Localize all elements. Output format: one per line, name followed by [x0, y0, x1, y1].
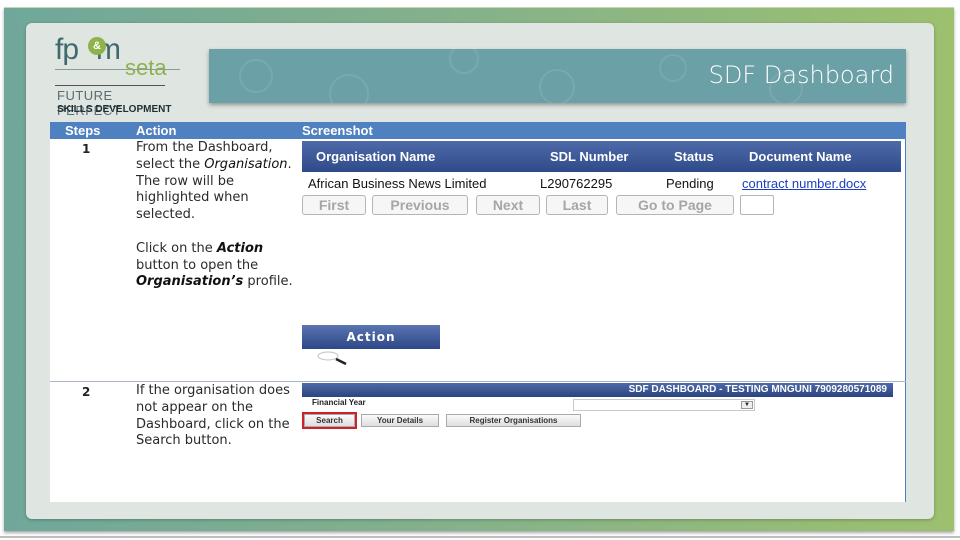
- strong-emphasis: Action: [216, 240, 264, 256]
- step-number: 1: [82, 142, 91, 156]
- register-organisations-button[interactable]: Register Organisations: [446, 414, 581, 427]
- banner-decoration: [329, 74, 369, 103]
- column-organisation-name[interactable]: Organisation Name: [316, 149, 435, 164]
- header-action: Action: [136, 123, 177, 138]
- column-document-name[interactable]: Document Name: [749, 149, 852, 164]
- cell-sdl-number: L290762295: [540, 176, 613, 191]
- logo-seta: seta: [125, 55, 167, 80]
- banner-decoration: [239, 59, 273, 93]
- strong-emphasis: Organisation’s: [136, 274, 244, 290]
- pager-last-button[interactable]: Last: [546, 195, 608, 215]
- instruction-paragraph: From the Dashboard, select the Organisat…: [136, 140, 292, 223]
- organisation-row[interactable]: African Business News Limited L290762295…: [302, 175, 901, 193]
- go-to-page-button[interactable]: Go to Page: [616, 195, 734, 215]
- action-button[interactable]: Action: [302, 325, 440, 349]
- page-title: SDF Dashboard: [708, 61, 894, 89]
- instruction-paragraph: Click on the Action button to open the O…: [136, 240, 293, 290]
- fpm-seta-logo: fp m & seta FUTURE PERFECT SKILLS DEVELOP…: [55, 33, 180, 118]
- page-number-input[interactable]: [740, 195, 774, 215]
- cell-organisation-name: African Business News Limited: [308, 176, 487, 191]
- sdf-dashboard-header: SDF DASHBOARD - TESTING MNGUNI 790928057…: [302, 383, 893, 397]
- title-banner: SDF Dashboard: [209, 49, 906, 103]
- header-steps: Steps: [65, 123, 101, 138]
- steps-table-header: Steps Action Screenshot: [50, 122, 906, 139]
- organisation-grid-header: Organisation Name SDL Number Status Docu…: [302, 141, 901, 172]
- pager-first-button[interactable]: First: [302, 195, 366, 215]
- step-number: 2: [82, 385, 91, 399]
- search-button[interactable]: Search: [302, 412, 357, 429]
- step-instructions: From the Dashboard, select the Organisat…: [136, 140, 296, 308]
- instruction-paragraph: If the organisation does not appear on t…: [136, 383, 290, 449]
- logo-swoosh: [55, 69, 180, 70]
- financial-year-label: Financial Year: [312, 398, 366, 407]
- slide-bottom-divider: [0, 536, 960, 538]
- logo-rule: [55, 85, 165, 86]
- row-divider: [50, 381, 906, 382]
- document-link[interactable]: contract number.docx: [742, 176, 866, 191]
- financial-year-select[interactable]: ▼: [573, 399, 755, 411]
- steps-table: Steps Action Screenshot 1 From the Dashb…: [50, 122, 906, 502]
- logo-skills-development: SKILLS DEVELOPMENT: [57, 104, 172, 115]
- column-status[interactable]: Status: [674, 149, 714, 164]
- cell-status: Pending: [666, 176, 714, 191]
- pager-previous-button[interactable]: Previous: [372, 195, 468, 215]
- header-screenshot: Screenshot: [302, 123, 373, 138]
- magnifier-icon: [317, 351, 347, 365]
- banner-decoration: [539, 69, 575, 103]
- logo-ampersand: &: [88, 37, 106, 55]
- banner-decoration: [449, 49, 479, 74]
- banner-decoration: [659, 54, 687, 82]
- chevron-down-icon[interactable]: ▼: [741, 401, 753, 409]
- your-details-button[interactable]: Your Details: [361, 414, 439, 427]
- pager-next-button[interactable]: Next: [476, 195, 540, 215]
- column-sdl-number[interactable]: SDL Number: [550, 149, 629, 164]
- step-instructions: If the organisation does not appear on t…: [136, 383, 296, 467]
- logo-brand: fp m: [55, 33, 121, 66]
- emphasis: Organisation: [204, 156, 288, 172]
